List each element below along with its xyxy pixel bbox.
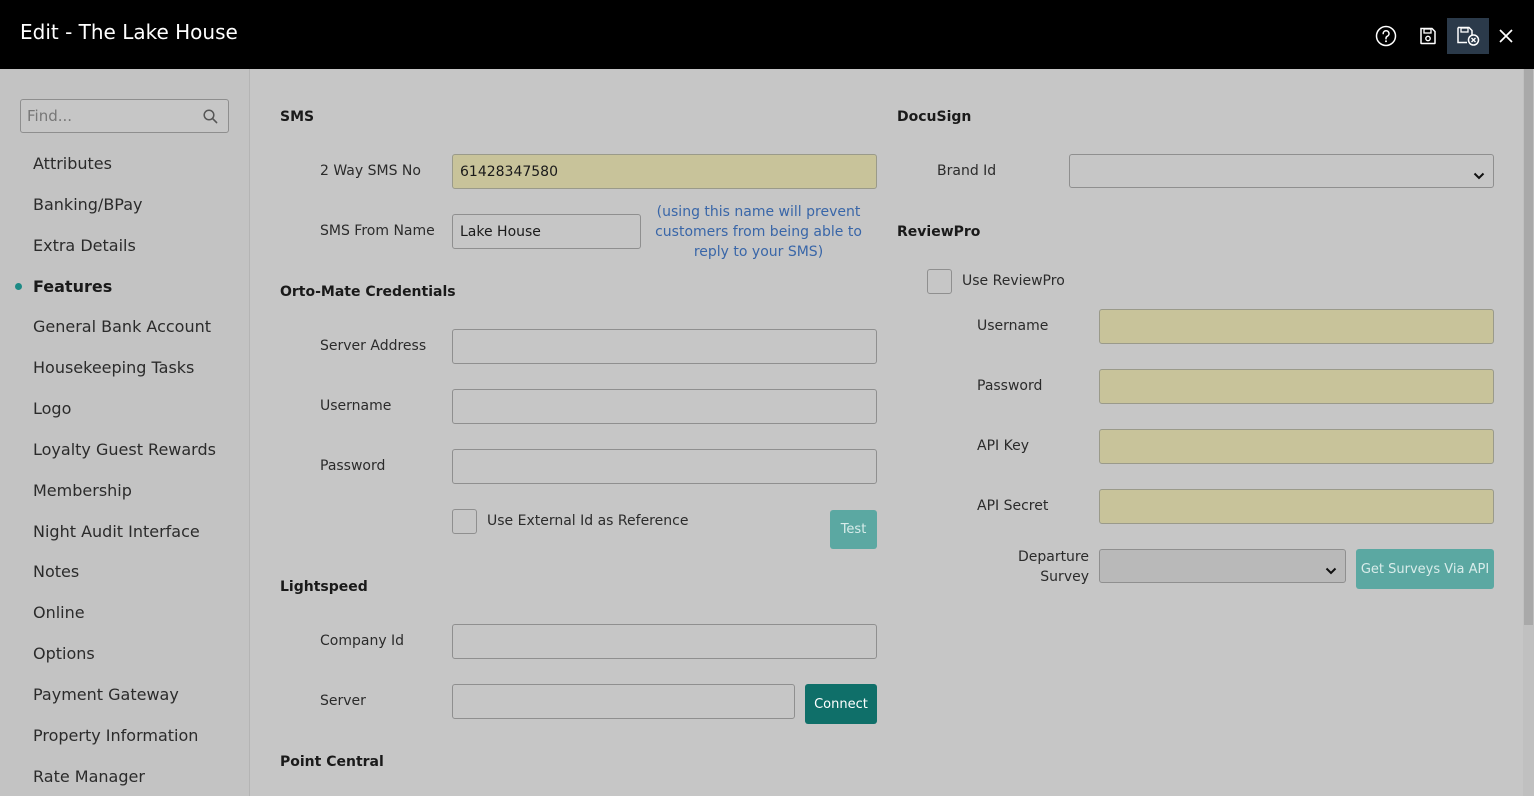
sidebar-item-payment-gateway[interactable]: Payment Gateway: [33, 684, 179, 706]
chevron-down-icon: [1325, 561, 1337, 580]
api-key-input[interactable]: [1099, 429, 1494, 464]
departure-survey-label: Departure Survey: [989, 547, 1089, 587]
lightspeed-server-input[interactable]: [452, 684, 795, 719]
sms-section-title: SMS: [280, 109, 315, 125]
sidebar-item-housekeeping-tasks[interactable]: Housekeeping Tasks: [33, 357, 194, 379]
reviewpro-section-title: ReviewPro: [897, 224, 981, 240]
connect-button[interactable]: Connect: [805, 684, 877, 724]
chevron-down-icon: [1473, 166, 1485, 185]
close-icon: [1498, 28, 1514, 44]
main-content: SMS 2 Way SMS No SMS From Name (using th…: [251, 69, 1523, 796]
save-button[interactable]: [1407, 18, 1449, 54]
two-way-sms-label: 2 Way SMS No: [320, 163, 421, 179]
sidebar-item-online[interactable]: Online: [33, 602, 85, 624]
reviewpro-password-label: Password: [977, 378, 1043, 394]
sidebar-item-extra-details[interactable]: Extra Details: [33, 235, 136, 257]
search-input[interactable]: [21, 100, 201, 132]
api-key-label: API Key: [977, 438, 1029, 454]
sidebar-item-logo[interactable]: Logo: [33, 398, 71, 420]
use-reviewpro-label: Use ReviewPro: [962, 273, 1065, 289]
sms-from-name-input[interactable]: [452, 214, 641, 249]
api-secret-input[interactable]: [1099, 489, 1494, 524]
reviewpro-username-label: Username: [977, 318, 1049, 334]
sms-note-line-2: customers from being able to: [655, 224, 862, 240]
departure-label-line-2: Survey: [1040, 569, 1089, 585]
orto-password-input[interactable]: [452, 449, 877, 484]
external-id-checkbox[interactable]: [452, 509, 477, 534]
save-close-icon: [1455, 25, 1481, 47]
departure-label-line-1: Departure: [1017, 549, 1089, 565]
search-icon[interactable]: [203, 109, 218, 128]
server-address-label: Server Address: [320, 338, 427, 354]
help-button[interactable]: [1365, 18, 1407, 54]
two-way-sms-input[interactable]: [452, 154, 877, 189]
reviewpro-username-input[interactable]: [1099, 309, 1494, 344]
title-bar: Edit - The Lake House: [0, 0, 1534, 69]
lightspeed-section-title: Lightspeed: [280, 579, 368, 595]
orto-username-label: Username: [320, 398, 392, 414]
sidebar-item-loyalty-guest-rewards[interactable]: Loyalty Guest Rewards: [33, 439, 216, 461]
point-central-section-title: Point Central: [280, 754, 384, 770]
orto-mate-section-title: Orto-Mate Credentials: [280, 284, 456, 300]
departure-survey-select[interactable]: [1099, 549, 1346, 583]
brand-id-label: Brand Id: [937, 163, 997, 179]
sidebar-item-options[interactable]: Options: [33, 643, 95, 665]
sidebar-item-notes[interactable]: Notes: [33, 561, 79, 583]
scrollbar-thumb[interactable]: [1524, 69, 1533, 625]
sms-from-name-note: (using this name will prevent customers …: [651, 202, 866, 262]
sidebar-item-membership[interactable]: Membership: [33, 480, 132, 502]
sidebar-item-rate-manager[interactable]: Rate Manager: [33, 766, 145, 788]
window-title: Edit - The Lake House: [20, 20, 238, 44]
question-circle-icon: [1375, 25, 1397, 47]
server-address-input[interactable]: [452, 329, 877, 364]
active-indicator-dot: [15, 283, 22, 290]
reviewpro-password-input[interactable]: [1099, 369, 1494, 404]
sms-from-name-label: SMS From Name: [320, 223, 435, 239]
test-button[interactable]: Test: [830, 510, 877, 549]
company-id-label: Company Id: [320, 633, 405, 649]
sms-note-line-3: reply to your SMS): [693, 244, 824, 260]
sidebar-search: [20, 99, 229, 133]
company-id-input[interactable]: [452, 624, 877, 659]
main-scrollbar[interactable]: [1523, 69, 1534, 796]
save-icon: [1418, 26, 1438, 46]
docusign-section-title: DocuSign: [897, 109, 972, 125]
api-secret-label: API Secret: [977, 498, 1049, 514]
sms-note-line-1: (using this name will prevent: [656, 204, 861, 220]
lightspeed-server-label: Server: [320, 693, 366, 709]
close-button[interactable]: [1485, 18, 1527, 54]
orto-username-input[interactable]: [452, 389, 877, 424]
sidebar: Attributes Banking/BPay Extra Details Fe…: [0, 69, 250, 796]
save-and-close-button[interactable]: [1447, 18, 1489, 54]
sidebar-item-features[interactable]: Features: [33, 276, 112, 298]
sidebar-item-night-audit-interface[interactable]: Night Audit Interface: [33, 521, 200, 543]
get-surveys-button[interactable]: Get Surveys Via API: [1356, 549, 1494, 589]
orto-password-label: Password: [320, 458, 386, 474]
sidebar-item-banking-bpay[interactable]: Banking/BPay: [33, 194, 143, 216]
sidebar-item-general-bank-account[interactable]: General Bank Account: [33, 316, 211, 338]
sidebar-item-property-information[interactable]: Property Information: [33, 725, 198, 747]
sidebar-item-attributes[interactable]: Attributes: [33, 153, 112, 175]
use-reviewpro-checkbox[interactable]: [927, 269, 952, 294]
external-id-label: Use External Id as Reference: [487, 513, 689, 529]
brand-id-select[interactable]: [1069, 154, 1494, 188]
